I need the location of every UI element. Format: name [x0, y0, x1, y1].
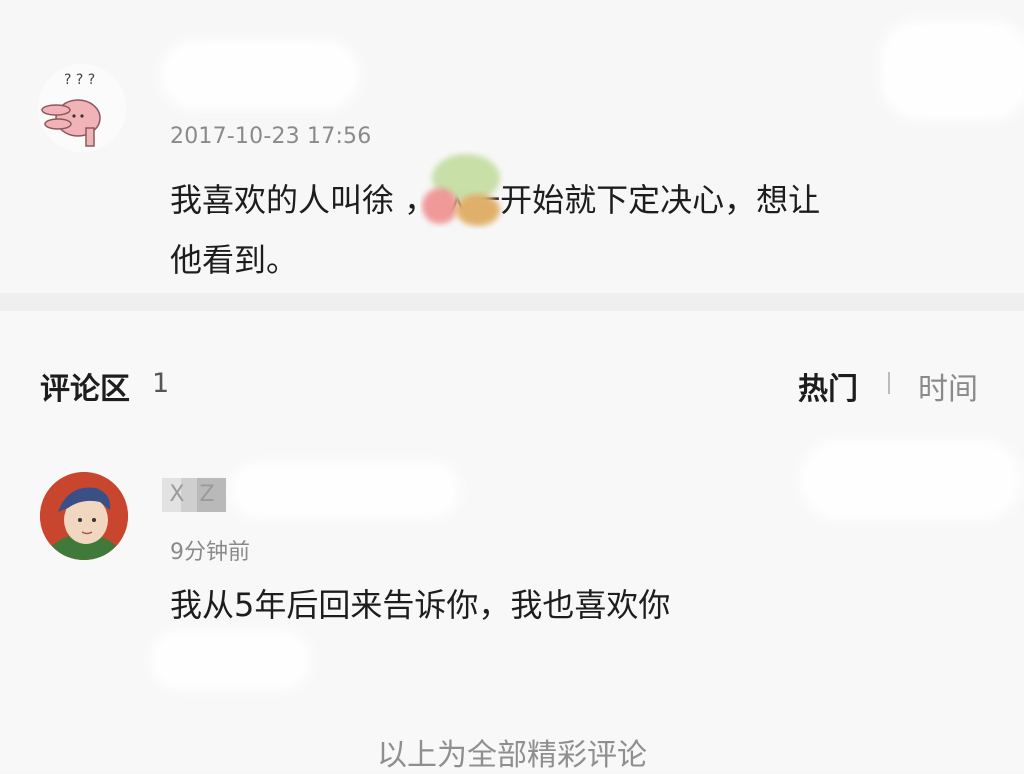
- sort-time-tab[interactable]: 时间: [918, 364, 978, 408]
- comments-count: 1: [152, 368, 170, 399]
- comment-time: 9分钟前: [170, 540, 250, 565]
- comment-text: 我从5年后回来告诉你，我也喜欢你: [170, 586, 671, 624]
- redacted-region: [880, 20, 1024, 120]
- censor-scribble-icon: [422, 154, 500, 226]
- redacted-region: [160, 40, 360, 110]
- all-comments-footer: 以上为全部精彩评论: [377, 738, 647, 773]
- redacted-region: [150, 630, 310, 690]
- post-timestamp: 2017-10-23 17:56: [170, 124, 372, 149]
- child-portrait-avatar-icon: [40, 472, 128, 560]
- sort-hot-tab[interactable]: 热门: [798, 364, 858, 408]
- sort-separator: [888, 372, 890, 394]
- section-divider: [0, 293, 1024, 311]
- redacted-region: [800, 440, 1020, 520]
- commenter-username[interactable]: X Z: [162, 478, 226, 512]
- post-text: 我喜欢的人叫徐 ，从一开始就下定决心，想让 他看到。: [170, 181, 821, 279]
- commenter-avatar[interactable]: [40, 472, 128, 560]
- comments-section-title: 评论区: [40, 372, 130, 407]
- post-avatar[interactable]: ? ? ?: [38, 64, 126, 152]
- avatar-caption: ? ? ?: [64, 72, 95, 88]
- redacted-region: [230, 462, 460, 518]
- pink-rabbit-avatar-icon: ? ? ?: [38, 64, 126, 152]
- post-card: ? ? ? 2017-10-23 17:56 我喜欢的人叫徐 ，从一开始就下定决…: [0, 0, 1024, 293]
